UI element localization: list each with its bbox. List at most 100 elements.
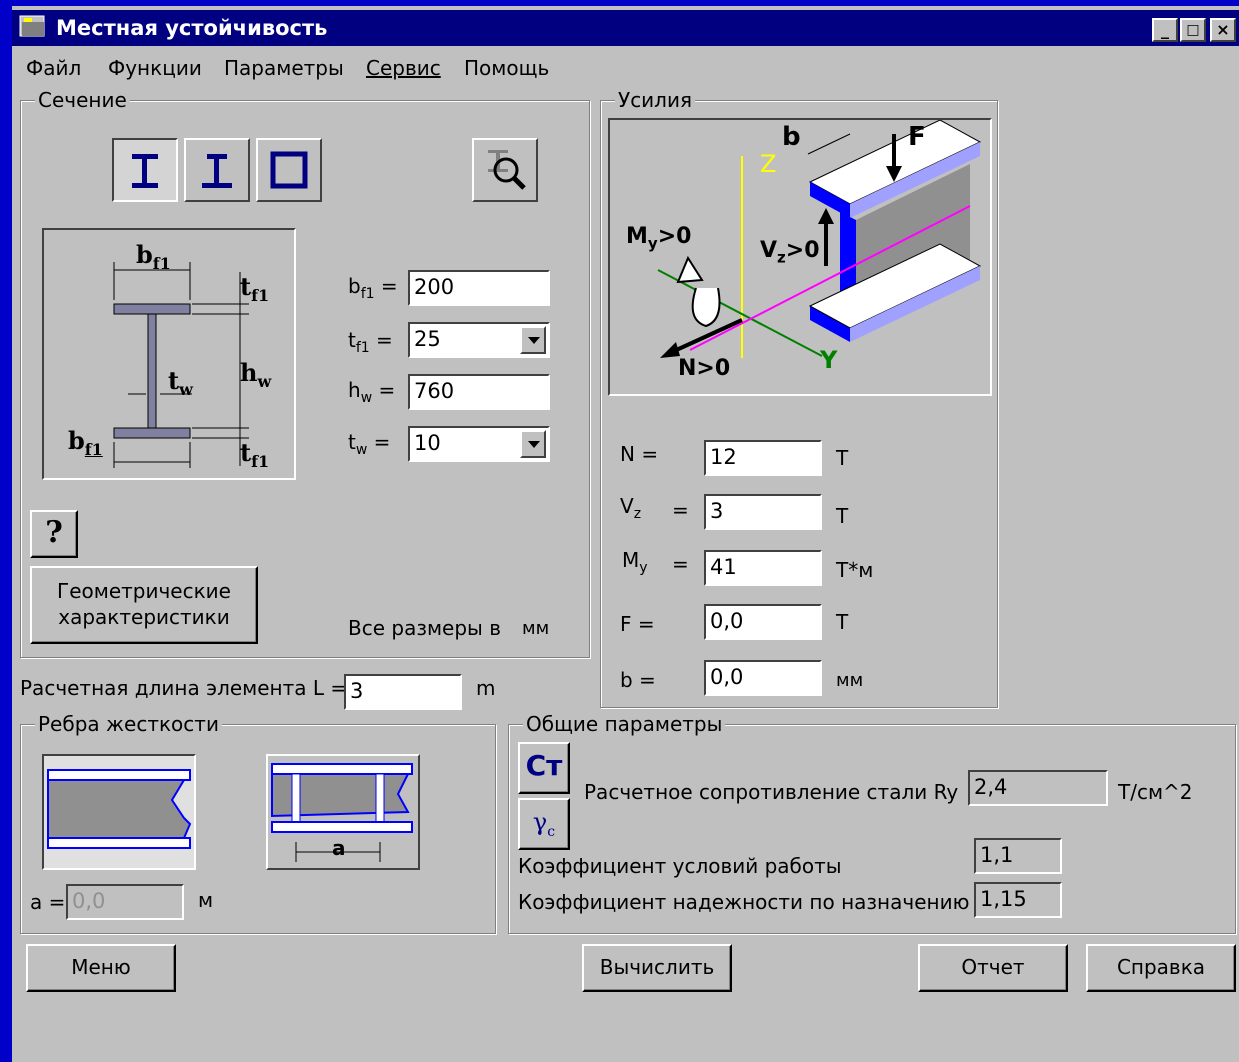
stiffener-spacing-label: a (332, 836, 346, 860)
zoom-section-button[interactable] (472, 138, 538, 202)
general-group-title: Общие параметры (523, 712, 726, 736)
force-vz-input[interactable]: 3 (704, 494, 822, 530)
b-label: b (782, 122, 801, 152)
units-note: Все размеры в (348, 616, 501, 640)
force-b-input[interactable]: 0,0 (704, 660, 822, 696)
vz-label: Vz>0 (760, 238, 820, 267)
length-input[interactable]: 3 (344, 674, 462, 710)
ibeam-symmetric-button[interactable] (112, 138, 178, 202)
diagram-tf1-bottom-label: tf1 (240, 438, 270, 471)
y-axis-label: Y (820, 346, 838, 374)
z-axis-label: Z (760, 150, 777, 178)
menu-service[interactable]: Сервис (366, 56, 441, 80)
diagram-bf1-bottom-label: bf1 (68, 426, 103, 459)
force-n-label: N = (620, 442, 659, 466)
gamma-c-label: Коэффициент условий работы (518, 854, 842, 878)
force-n-input[interactable]: 12 (704, 440, 822, 476)
length-label: Расчетная длина элемента L = (20, 676, 348, 700)
moment-arrow-icon (676, 255, 721, 328)
section-group-title: Сечение (35, 88, 130, 112)
geom-button-line1: Геометрические (57, 579, 231, 603)
gamma-n-label: Коэффициент надежности по назначению (518, 890, 970, 914)
minimize-button[interactable]: _ (1152, 18, 1178, 42)
window-title: Местная устойчивость (56, 16, 328, 40)
ry-unit: Т/см^2 (1118, 780, 1193, 804)
param-hw-input[interactable]: 760 (408, 374, 550, 410)
force-n-unit: Т (836, 446, 849, 470)
ibeam-symmetric-icon (132, 154, 158, 188)
diagram-hw-label: hw (240, 358, 272, 391)
app-icon (19, 15, 45, 37)
stiffener-a-unit: м (198, 888, 214, 912)
menu-file[interactable]: Файл (26, 56, 81, 80)
web-panel-icon (44, 756, 194, 868)
forces-group-title: Усилия (615, 88, 695, 112)
force-f-input[interactable]: 0,0 (704, 604, 822, 640)
maximize-button[interactable]: □ (1180, 18, 1206, 42)
diagram-tw-label: tw (168, 366, 193, 399)
units-label: мм (522, 618, 550, 639)
ibeam-asymmetric-button[interactable] (184, 138, 250, 202)
calculate-button[interactable]: Вычислить (582, 944, 732, 992)
stiffeners-group-title: Ребра жесткости (35, 712, 222, 736)
length-unit: m (476, 676, 496, 700)
no-stiffeners-option[interactable] (42, 754, 196, 870)
n-arrow-icon (660, 318, 743, 358)
force-my-label: My (622, 548, 648, 576)
force-b-unit: мм (836, 670, 864, 691)
ibeam-drawing (113, 262, 249, 468)
menu-button[interactable]: Меню (26, 944, 176, 992)
f-label: F (908, 122, 926, 152)
stiffener-a-label: a = (30, 890, 66, 914)
menu-functions[interactable]: Функции (108, 56, 202, 80)
forces-diagram: Z Y My>0 Vz>0 N>0 F b (608, 118, 992, 396)
force-b-label: b = (620, 668, 656, 692)
magnifier-icon (488, 150, 526, 190)
gamma-c-value: 1,1 (974, 838, 1062, 874)
section-diagram: bf1 tf1 hw tw bf1 tf1 (42, 228, 296, 480)
with-stiffeners-option[interactable]: a (266, 754, 420, 870)
force-my-input[interactable]: 41 (704, 550, 822, 586)
ry-value: 2,4 (968, 770, 1108, 806)
param-tw-select[interactable]: 10 (408, 426, 550, 462)
gamma-c-button[interactable]: γc (518, 798, 570, 850)
force-f-label: F = (620, 612, 655, 636)
param-tf1-select[interactable]: 25 (408, 322, 550, 358)
param-tf1-label: tf1 = (348, 328, 393, 356)
force-my-unit: Т*м (836, 558, 874, 582)
title-bar: Местная устойчивость _ □ × (12, 10, 1239, 46)
chevron-down-icon[interactable] (520, 326, 546, 354)
stiffener-a-input[interactable]: 0,0 (66, 884, 184, 920)
force-vz-equals: = (672, 498, 689, 522)
geom-button-line2: характеристики (58, 605, 230, 629)
y-axis (657, 269, 823, 357)
help-button[interactable]: Справка (1086, 944, 1236, 992)
box-section-button[interactable] (256, 138, 322, 202)
ry-label: Расчетное сопротивление стали Ry (584, 780, 959, 804)
menu-help[interactable]: Помощь (464, 56, 549, 80)
close-button[interactable]: × (1210, 18, 1236, 42)
n-label: N>0 (678, 356, 731, 381)
report-button[interactable]: Отчет (918, 944, 1068, 992)
my-label: My>0 (626, 224, 692, 253)
steel-grade-button[interactable]: Ст (518, 742, 570, 794)
help-question-button[interactable]: ? (30, 510, 78, 558)
geometric-characteristics-button[interactable]: Геометрические характеристики (30, 566, 258, 644)
box-section-icon (270, 151, 308, 189)
vz-arrow-icon (818, 208, 834, 266)
param-tw-label: tw = (348, 430, 391, 458)
force-f-unit: Т (836, 610, 849, 634)
gamma-n-value: 1,15 (974, 882, 1062, 918)
force-my-equals: = (672, 552, 689, 576)
param-bf1-input[interactable]: 200 (408, 270, 550, 306)
param-bf1-label: bf1 = (348, 274, 398, 302)
menu-bar: Файл Функции Параметры Сервис Помощь (12, 50, 1239, 86)
param-hw-label: hw = (348, 378, 396, 406)
menu-parameters[interactable]: Параметры (224, 56, 344, 80)
chevron-down-icon[interactable] (520, 430, 546, 458)
diagram-tf1-top-label: tf1 (240, 272, 270, 305)
force-vz-unit: Т (836, 504, 849, 528)
force-vz-label: Vz (620, 494, 642, 522)
diagram-bf1-top-label: bf1 (136, 240, 171, 273)
ibeam-asymmetric-icon (202, 154, 232, 188)
